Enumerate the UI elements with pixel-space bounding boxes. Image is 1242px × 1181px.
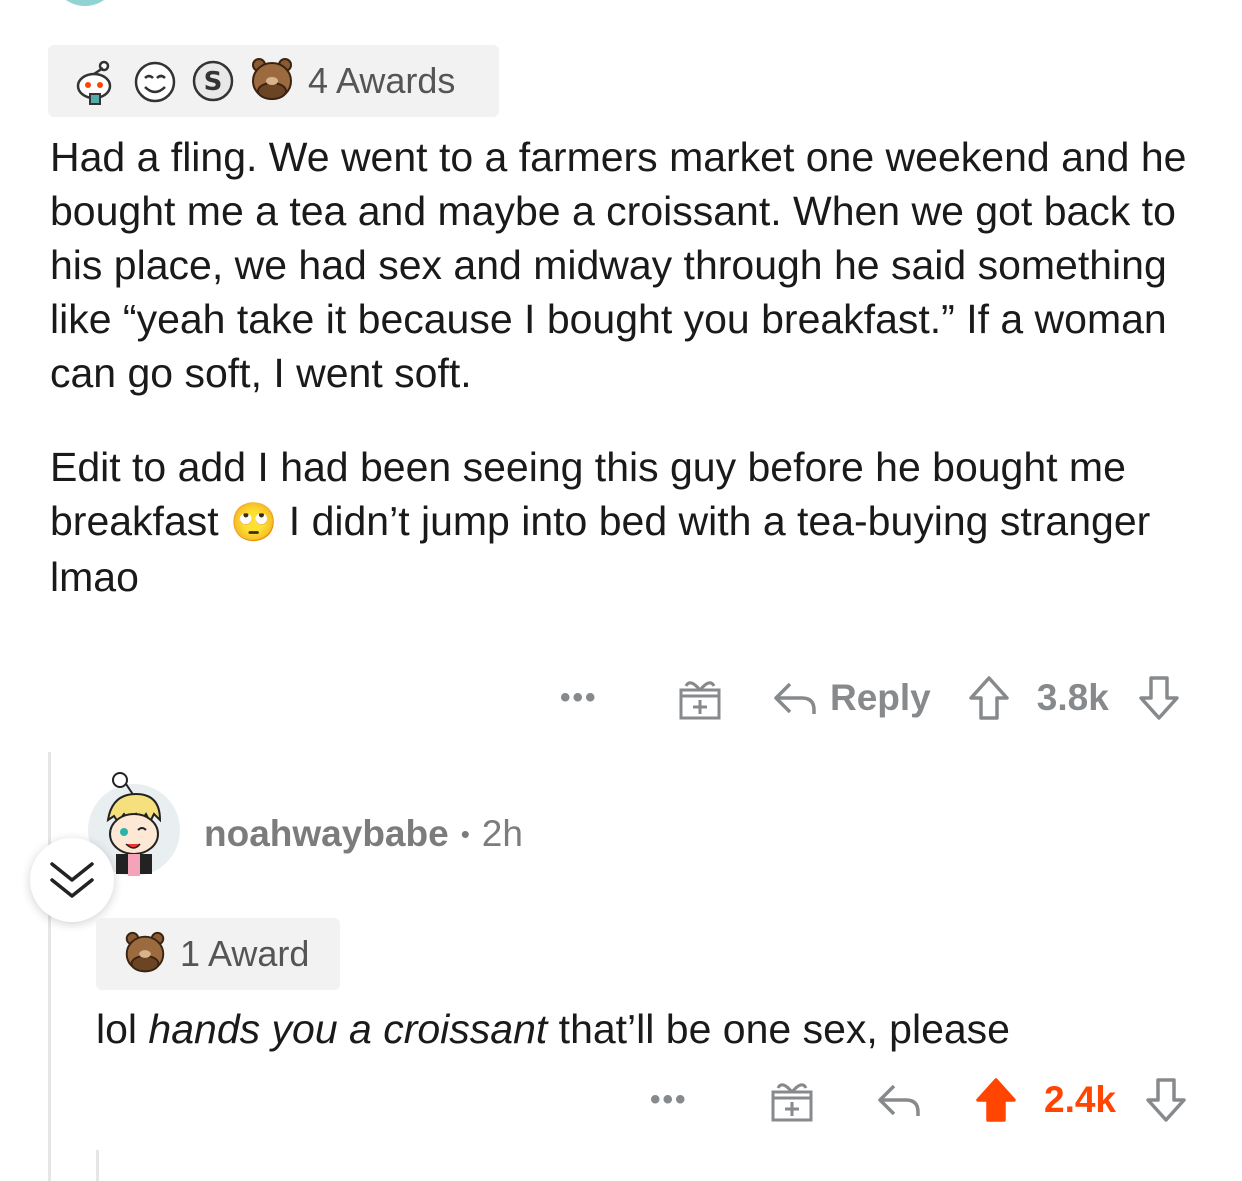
- parent-reply-label: Reply: [830, 677, 931, 718]
- parent-downvote-button[interactable]: [1137, 674, 1181, 722]
- upvote-arrow-filled-icon: [976, 1078, 1016, 1122]
- parent-reply-button[interactable]: Reply: [772, 677, 931, 719]
- gift-icon: [771, 1083, 813, 1122]
- child-downvote-button[interactable]: [1144, 1076, 1188, 1124]
- parent-awards-bar[interactable]: S 4 Awards: [48, 45, 499, 117]
- facepalm-bear-award-icon: [120, 929, 170, 979]
- parent-awards-count: 4 Awards: [308, 60, 456, 101]
- double-chevron-down-icon: [50, 862, 94, 898]
- parent-upvote-button[interactable]: [967, 674, 1011, 722]
- child-give-award-button[interactable]: [768, 1076, 816, 1124]
- thread-line-secondary[interactable]: [96, 1150, 99, 1181]
- parent-more-options-button[interactable]: •••: [560, 681, 640, 715]
- reply-arrow-icon: [878, 1084, 920, 1116]
- upvote-arrow-icon: [969, 676, 1009, 720]
- parent-score: 3.8k: [1036, 677, 1109, 718]
- parent-paragraph-1: Had a fling. We went to a farmers market…: [50, 134, 1187, 396]
- parent-give-award-button[interactable]: [676, 674, 724, 722]
- child-text-italic: hands you a croissant: [148, 1006, 548, 1052]
- parent-paragraph-2: Edit to add I had been seeing this guy b…: [50, 440, 1200, 604]
- svg-text:S: S: [204, 67, 223, 97]
- parent-comment-body: Had a fling. We went to a farmers market…: [50, 130, 1200, 604]
- silver-coin-award-icon: S: [190, 58, 236, 104]
- child-score: 2.4k: [1044, 1079, 1117, 1120]
- child-awards-count: 1 Award: [180, 933, 310, 974]
- parent-action-bar: ••• Reply 3.8k: [560, 668, 1181, 728]
- downvote-arrow-icon: [1146, 1078, 1186, 1122]
- collapse-thread-button[interactable]: [30, 838, 114, 922]
- child-timestamp: 2h: [481, 813, 523, 854]
- downvote-arrow-icon: [1139, 676, 1179, 720]
- gift-icon: [679, 681, 721, 720]
- child-reply-button[interactable]: [876, 1080, 922, 1120]
- parent-avatar-partial: [52, 0, 118, 6]
- laughing-face-award-icon: [130, 56, 180, 106]
- child-upvote-button[interactable]: [974, 1076, 1018, 1124]
- thread-line-primary[interactable]: [48, 752, 51, 1181]
- child-action-bar: ••• 2.4k: [650, 1070, 1188, 1130]
- meta-separator: •: [460, 818, 470, 849]
- child-awards-bar[interactable]: 1 Award: [96, 918, 340, 990]
- child-text-suffix: that’ll be one sex, please: [547, 1006, 1010, 1052]
- reply-arrow-icon: [774, 682, 816, 714]
- child-comment-header: noahwaybabe • 2h: [204, 810, 523, 858]
- eye-roll-emoji-icon: 🙄: [230, 502, 278, 544]
- child-text-prefix: lol: [96, 1006, 149, 1052]
- child-more-options-button[interactable]: •••: [650, 1083, 730, 1117]
- child-username[interactable]: noahwaybabe: [204, 813, 449, 855]
- child-comment-body: lol hands you a croissant that’ll be one…: [96, 1002, 1216, 1056]
- facepalm-bear-award-icon: [246, 55, 298, 107]
- snoo-wholesome-award-icon: [70, 56, 120, 106]
